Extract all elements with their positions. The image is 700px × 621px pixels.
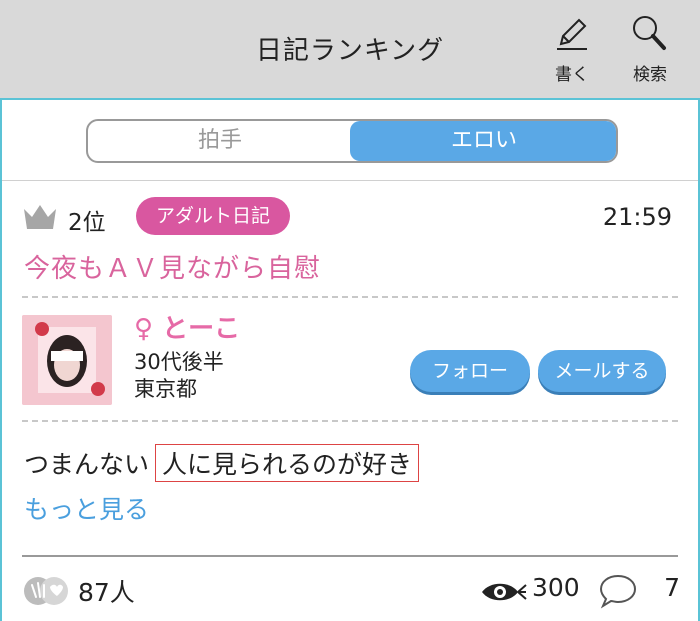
- tab-erotic[interactable]: エロい: [350, 121, 616, 161]
- user-location: 東京都: [134, 377, 197, 401]
- post-body: つまんない 人に見られるのが好き: [24, 444, 420, 482]
- write-label: 書く: [555, 65, 589, 85]
- clap-icon: [24, 577, 68, 605]
- clap-count: 87人: [78, 578, 135, 607]
- rank-label: 2位: [68, 210, 106, 236]
- app-header: 日記ランキング 書く 検索: [0, 0, 700, 98]
- post-time: 21:59: [602, 203, 672, 231]
- ranking-panel: 拍手 エロい 2位 アダルト日記 21:59 今夜もＡＶ見ながら自慰 ♀ とーこ…: [0, 98, 700, 621]
- post-body-text: つまんない: [24, 450, 150, 479]
- post-title[interactable]: 今夜もＡＶ見ながら自慰: [24, 248, 321, 285]
- search-label: 検索: [633, 65, 667, 85]
- pencil-icon: [557, 18, 587, 50]
- follow-button[interactable]: フォロー: [410, 350, 530, 392]
- divider-dashed: [22, 296, 678, 298]
- write-button[interactable]: 書く: [542, 14, 602, 88]
- rank-row: 2位 アダルト日記 21:59: [22, 197, 682, 237]
- divider-dashed: [22, 420, 678, 422]
- search-icon: [633, 16, 666, 50]
- female-icon: ♀: [134, 314, 154, 344]
- user-name-text: とーこ: [162, 314, 241, 344]
- divider: [2, 180, 698, 181]
- tab-clap[interactable]: 拍手: [88, 121, 352, 161]
- comment-icon[interactable]: [598, 573, 638, 609]
- avatar[interactable]: [22, 315, 112, 405]
- user-age: 30代後半: [134, 350, 224, 374]
- read-more-link[interactable]: もっと見る: [24, 490, 149, 526]
- avatar-image: [22, 315, 112, 405]
- divider: [22, 555, 678, 557]
- highlighted-text: 人に見られるのが好き: [155, 444, 420, 482]
- comment-count: 7: [664, 573, 680, 602]
- eye-icon: [482, 583, 527, 601]
- mail-button[interactable]: メールする: [538, 350, 666, 392]
- view-count: 300: [532, 573, 580, 602]
- category-badge: アダルト日記: [136, 197, 291, 235]
- search-button[interactable]: 検索: [620, 14, 680, 88]
- post-stats: 300 7: [480, 573, 680, 609]
- sort-tabs: 拍手 エロい: [86, 119, 618, 163]
- crown-icon: [24, 205, 56, 229]
- user-name[interactable]: ♀ とーこ: [134, 308, 240, 345]
